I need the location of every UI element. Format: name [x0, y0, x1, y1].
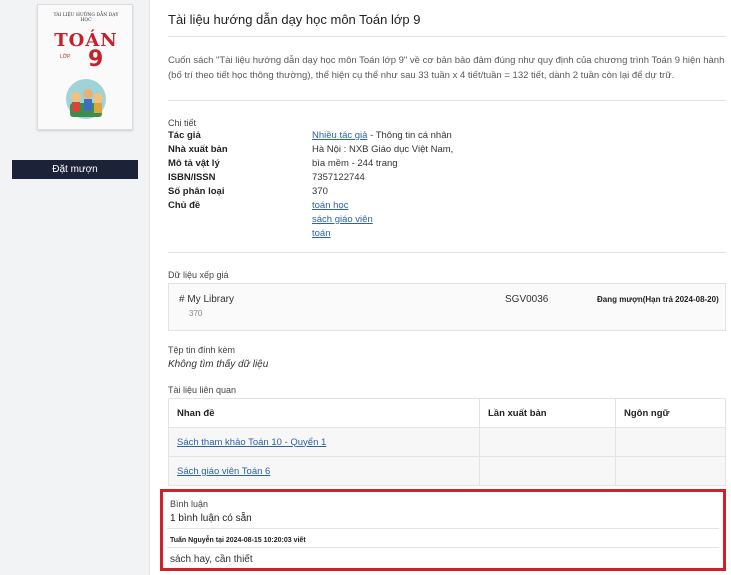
- divider: [167, 547, 719, 548]
- detail-row-subject: Chủ đề toán học: [168, 200, 348, 212]
- detail-value: 370: [312, 186, 328, 197]
- detail-row-class: Số phân loại 370: [168, 186, 328, 198]
- holding-record: # My Library 370 SGV0036 Đang mượn(Hạn t…: [168, 283, 726, 331]
- comment-meta: Tuấn Nguyễn tại 2024-08-15 10:20:03 viết: [170, 537, 306, 544]
- author-suffix: - Thông tin cá nhân: [370, 130, 452, 141]
- comment-count: 1 bình luận có sẵn: [170, 513, 252, 524]
- subject-link[interactable]: toán: [312, 228, 331, 240]
- divider: [167, 528, 719, 529]
- left-sidebar: TÀI LIỆU HƯỚNG DẪN DẠY HỌC TOÁN LỚP 9 Đặ…: [0, 0, 150, 575]
- cover-grade-label: LỚP: [60, 54, 71, 60]
- table-row: Sách giáo viên Toán 6: [168, 456, 726, 486]
- detail-value: 7357122744: [312, 172, 365, 183]
- detail-row-publisher: Nhà xuất bản Hà Nội : NXB Giáo dục Việt …: [168, 144, 453, 156]
- holding-barcode: SGV0036: [505, 294, 549, 305]
- detail-row-subject-2: sách giáo viên: [168, 214, 373, 226]
- attachments-empty-text: Không tìm thấy dữ liệu: [168, 359, 269, 370]
- related-section-label: Tài liệu liên quan: [168, 385, 237, 395]
- column-header-edition: Lần xuất bản: [479, 398, 616, 428]
- detail-key: Chủ đề: [168, 200, 201, 211]
- holding-library: # My Library: [179, 294, 235, 305]
- detail-key: ISBN/ISSN: [168, 172, 216, 183]
- column-header-language: Ngôn ngữ: [615, 398, 726, 428]
- details-section-label: Chi tiết: [168, 118, 197, 128]
- table-header-row: Nhan đề Lần xuất bản Ngôn ngữ: [168, 398, 726, 428]
- detail-key: Số phân loại: [168, 186, 225, 197]
- divider: [168, 36, 726, 37]
- detail-row-isbn: ISBN/ISSN 7357122744: [168, 172, 365, 184]
- book-detail-panel: Tài liệu hướng dẫn dạy học môn Toán lớp …: [158, 0, 731, 575]
- divider: [168, 100, 726, 101]
- comment-text: sách hay, cần thiết: [170, 554, 253, 565]
- page-title: Tài liệu hướng dẫn dạy học môn Toán lớp …: [168, 12, 421, 27]
- holding-status: Đang mượn(Hạn trả 2024-08-20): [597, 295, 719, 304]
- subject-link[interactable]: sách giáo viên: [312, 214, 373, 226]
- comments-section-label: Bình luận: [170, 499, 209, 509]
- related-title-link[interactable]: Sách giáo viên Toán 6: [177, 466, 270, 477]
- related-edition: [479, 427, 616, 457]
- cover-illustration-icon: [66, 79, 106, 119]
- detail-row-author: Tác giả Nhiều tác giả - Thông tin cá nhâ…: [168, 130, 452, 142]
- subject-link[interactable]: toán học: [312, 200, 348, 212]
- cover-title: TOÁN: [54, 30, 118, 51]
- comments-section: Bình luận 1 bình luận có sẵn Tuấn Nguyễn…: [160, 489, 726, 571]
- related-table: Nhan đề Lần xuất bản Ngôn ngữ Sách tham …: [168, 398, 726, 486]
- book-cover-image: TÀI LIỆU HƯỚNG DẪN DẠY HỌC TOÁN LỚP 9: [37, 4, 133, 130]
- detail-key: Mô tả vật lý: [168, 158, 220, 169]
- related-title-link[interactable]: Sách tham khảo Toán 10 - Quyển 1: [177, 437, 326, 448]
- column-header-title: Nhan đề: [168, 398, 480, 428]
- cover-grade-number: 9: [88, 47, 104, 72]
- holding-call-number: 370: [189, 309, 203, 318]
- detail-row-physical: Mô tả vật lý bìa mềm - 244 trang: [168, 158, 398, 170]
- detail-value: Hà Nội : NXB Giáo dục Việt Nam,: [312, 144, 454, 155]
- related-language: [615, 427, 726, 457]
- author-link[interactable]: Nhiều tác giả: [312, 130, 367, 141]
- holdings-section-label: Dữ liệu xếp giá: [168, 270, 229, 280]
- related-edition: [479, 456, 616, 486]
- table-row: Sách tham khảo Toán 10 - Quyển 1: [168, 427, 726, 457]
- detail-key: Nhà xuất bản: [168, 144, 228, 155]
- attachments-section-label: Tệp tin đính kèm: [168, 345, 236, 355]
- detail-key: Tác giả: [168, 130, 201, 141]
- borrow-button[interactable]: Đặt mượn: [12, 160, 138, 179]
- detail-value: bìa mềm - 244 trang: [312, 158, 398, 169]
- book-description: Cuốn sách "Tài liệu hướng dẫn dạy học mô…: [168, 55, 725, 81]
- divider: [168, 252, 726, 253]
- cover-top-text: TÀI LIỆU HƯỚNG DẪN DẠY HỌC: [53, 13, 119, 24]
- detail-row-subject-3: toán: [168, 228, 331, 240]
- related-language: [615, 456, 726, 486]
